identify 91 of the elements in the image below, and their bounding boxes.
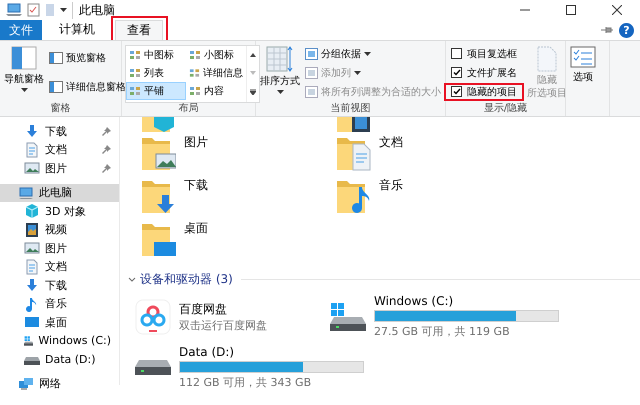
navigation-pane-button[interactable]: 导航窗格 bbox=[3, 44, 45, 94]
pin-icon[interactable] bbox=[601, 26, 613, 34]
window-title: 此电脑 bbox=[72, 2, 115, 18]
layout-icon bbox=[189, 68, 200, 78]
options-button[interactable]: 选项 bbox=[569, 44, 597, 86]
group-label: 当前视图 bbox=[330, 102, 372, 116]
options-list-icon bbox=[570, 46, 596, 68]
expand-gallery-icon[interactable] bbox=[250, 89, 256, 95]
caret-icon bbox=[276, 90, 284, 94]
device-name[interactable]: Windows (C:) bbox=[374, 294, 559, 308]
layout-icon bbox=[129, 86, 141, 96]
network-icon bbox=[18, 376, 34, 392]
checkbox[interactable]: 文件扩展名 bbox=[449, 66, 519, 80]
minimize-icon bbox=[520, 9, 530, 11]
checkbox[interactable]: 隐藏的项目 bbox=[449, 84, 519, 98]
folder-name[interactable]: 文档 bbox=[379, 134, 403, 151]
sidebar-item[interactable]: 图片 bbox=[0, 159, 119, 178]
device-name[interactable]: Data (D:) bbox=[179, 345, 364, 359]
pane-button[interactable]: 预览窗格 bbox=[47, 50, 108, 66]
computer-icon bbox=[6, 3, 22, 17]
view-command[interactable]: 分组依据 bbox=[303, 46, 373, 62]
layout-option[interactable]: 小图标 bbox=[186, 46, 246, 64]
file-tab[interactable]: 文件 bbox=[0, 20, 42, 40]
folder-name[interactable]: 桌面 bbox=[184, 220, 208, 237]
layout-option[interactable]: 平铺 bbox=[126, 82, 186, 100]
layout-option[interactable]: 详细信息 bbox=[186, 64, 246, 82]
device-name[interactable]: 百度网盘 bbox=[179, 300, 267, 318]
folder-name[interactable]: 图片 bbox=[184, 134, 208, 151]
ribbon-tab[interactable]: 查看 bbox=[115, 20, 163, 40]
windows-drive-icon bbox=[330, 302, 366, 330]
sort-table-icon bbox=[266, 46, 294, 72]
column-icon bbox=[305, 86, 318, 98]
layout-option[interactable]: 中图标 bbox=[126, 46, 186, 64]
film-icon bbox=[24, 222, 40, 238]
drive-icon bbox=[135, 360, 171, 375]
capacity-reading: 27.5 GB 可用，共 119 GB bbox=[374, 324, 511, 339]
check-icon bbox=[452, 88, 460, 95]
picture-icon bbox=[24, 240, 40, 256]
sidebar-item[interactable]: 视频 bbox=[0, 220, 119, 239]
checkbox[interactable]: 项目复选框 bbox=[449, 46, 519, 60]
section-title: 设备和驱动器 (3) bbox=[140, 271, 233, 288]
sidebar-item[interactable]: Windows (C:) bbox=[0, 332, 119, 350]
group-label: 布局 bbox=[178, 102, 200, 116]
download-arrow-icon bbox=[24, 277, 40, 294]
sidebar-item[interactable]: 下载 bbox=[0, 276, 119, 294]
sort-button[interactable]: 排序方式 bbox=[259, 44, 301, 96]
computer-icon bbox=[18, 184, 34, 201]
download-arrow-icon bbox=[24, 123, 40, 140]
pane-icon bbox=[49, 52, 63, 64]
properties-icon[interactable] bbox=[27, 3, 40, 17]
pane-icon bbox=[49, 80, 63, 93]
cube-icon bbox=[24, 203, 40, 220]
sidebar-item[interactable]: 此电脑 bbox=[0, 184, 119, 202]
close-icon bbox=[612, 5, 622, 15]
column-icon bbox=[305, 48, 318, 60]
sidebar-item[interactable]: Data (D:) bbox=[0, 350, 119, 368]
device-subtitle: 双击运行百度网盘 bbox=[179, 318, 267, 332]
column-icon bbox=[305, 66, 318, 78]
layout-icon bbox=[189, 50, 201, 60]
sidebar-item[interactable]: 下载 bbox=[0, 122, 119, 140]
sidebar-item[interactable]: 图片 bbox=[0, 239, 119, 258]
sidebar-item[interactable]: 音乐 bbox=[0, 294, 119, 313]
help-button[interactable]: ? bbox=[619, 22, 634, 38]
folder-name[interactable]: 下载 bbox=[184, 177, 208, 194]
sidebar-item[interactable]: 3D 对象 bbox=[0, 202, 119, 220]
sidebar-item[interactable]: 网络 bbox=[0, 374, 119, 393]
page-icon bbox=[537, 46, 557, 72]
group-label: 显示/隐藏 bbox=[482, 102, 528, 116]
layout-option[interactable]: 列表 bbox=[126, 64, 186, 82]
capacity-reading: 112 GB 可用，共 343 GB bbox=[179, 375, 312, 390]
chevron-down-icon[interactable] bbox=[128, 276, 136, 284]
layout-icon bbox=[129, 50, 141, 60]
sidebar-item[interactable]: 文档 bbox=[0, 258, 119, 276]
layout-option[interactable]: 内容 bbox=[186, 82, 246, 100]
pane-layout-icon bbox=[11, 46, 37, 70]
cloud-app-icon bbox=[135, 298, 171, 334]
document-icon bbox=[24, 142, 40, 158]
scroll-up-icon[interactable] bbox=[250, 53, 256, 57]
maximize-icon bbox=[566, 5, 576, 15]
check-icon bbox=[452, 69, 460, 76]
sidebar-item[interactable]: 文档 bbox=[0, 140, 119, 159]
picture-icon bbox=[24, 160, 40, 176]
ribbon-tab[interactable]: 计算机 bbox=[48, 20, 106, 38]
layout-icon bbox=[189, 86, 201, 96]
group-label: 窗格 bbox=[50, 102, 72, 116]
document-icon bbox=[24, 258, 40, 275]
sidebar-item[interactable]: 桌面 bbox=[0, 313, 119, 332]
layout-icon bbox=[129, 68, 141, 78]
folder-name[interactable]: 音乐 bbox=[379, 177, 403, 194]
caret-icon bbox=[20, 88, 28, 92]
dropdown-icon bbox=[60, 8, 67, 12]
